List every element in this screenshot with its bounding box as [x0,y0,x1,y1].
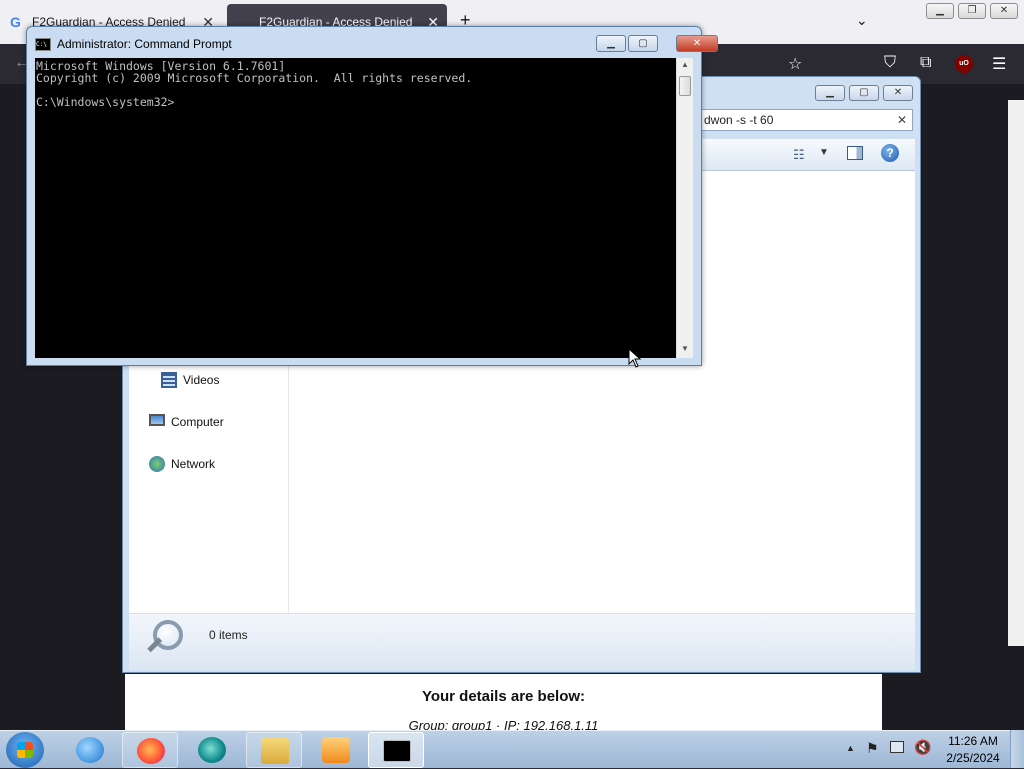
console-output[interactable]: Microsoft Windows [Version 6.1.7601] Cop… [35,58,676,358]
close-window-button[interactable]: ✕ [990,3,1018,19]
taskbar-command-prompt[interactable] [368,732,424,768]
console-scrollbar[interactable]: ▲ ▼ [676,58,693,358]
nav-item-computer[interactable]: Computer [149,414,224,429]
access-denied-panel: Your details are below: Group: group1 · … [125,674,882,733]
mouse-cursor-icon [628,348,642,368]
pocket-icon[interactable]: ⛉ [884,54,896,72]
nav-label: Videos [183,373,220,387]
window-title: Administrator: Command Prompt [57,37,232,51]
command-prompt-window: C:\ Administrator: Command Prompt ▁ ▢ ✕ … [26,26,718,366]
cmd-minimize-button[interactable]: ▁ [596,35,626,52]
firefox-icon [137,738,165,764]
windows-logo-icon [17,742,33,758]
console-line: Copyright (c) 2009 Microsoft Corporation… [36,71,473,85]
nav-label: Network [171,457,216,471]
clock-time[interactable]: 11:26 AM [948,734,998,748]
restore-button[interactable]: ❐ [958,3,986,19]
bookmark-star-icon[interactable]: ☆ [788,54,802,74]
volume-muted-icon[interactable]: 🔇 [914,739,931,756]
start-button[interactable] [6,732,44,768]
item-count: 0 items [209,628,248,642]
show-hidden-icons-icon[interactable]: ▲ [846,743,855,753]
computer-icon [149,414,165,426]
explorer-search-input[interactable]: dwon -s -t 60 ✕ [699,109,913,131]
taskbar-windows-explorer[interactable] [246,732,302,768]
videos-icon [161,372,177,388]
taskbar-browser-app[interactable] [184,732,240,768]
change-view-icon[interactable]: ☷ [793,147,805,163]
details-pane: 0 items [129,614,915,670]
minimize-button[interactable]: ▁ [926,3,954,19]
explorer-maximize-button[interactable]: ▢ [849,85,879,101]
command-prompt-icon [383,740,411,762]
media-player-icon [322,737,350,763]
help-icon[interactable]: ? [881,144,899,162]
list-all-tabs-icon[interactable]: ⌄ [856,12,868,29]
console-prompt: C:\Windows\system32> [36,95,175,109]
scroll-thumb[interactable] [679,76,691,96]
explorer-minimize-button[interactable]: ▁ [815,85,845,101]
taskbar-media-player[interactable] [308,732,364,768]
scroll-down-icon[interactable]: ▼ [681,344,689,353]
preview-pane-icon[interactable] [847,146,863,160]
cmd-close-button[interactable]: ✕ [676,35,718,52]
clear-search-icon[interactable]: ✕ [897,110,907,130]
clock-date[interactable]: 2/25/2024 [944,751,1002,765]
cmd-icon: C:\ [35,38,51,51]
internet-explorer-icon [76,737,104,763]
ublock-origin-icon[interactable]: uO [955,55,973,73]
taskbar-firefox[interactable] [122,732,178,768]
show-desktop-button[interactable] [1010,730,1024,768]
network-status-icon[interactable] [890,741,904,753]
google-icon: G [10,14,21,30]
taskbar-internet-explorer[interactable] [62,732,118,768]
explorer-close-button[interactable]: ✕ [883,85,913,101]
browser-app-icon [198,737,226,763]
view-dropdown-icon[interactable]: ▼ [819,147,829,158]
network-icon [149,456,165,472]
nav-label: Computer [171,415,224,429]
scroll-up-icon[interactable]: ▲ [681,60,689,69]
action-center-flag-icon[interactable]: ⚑ [866,740,879,757]
nav-item-network[interactable]: Network [149,456,216,472]
taskbar: ▲ ⚑ 🔇 [0,730,1024,768]
search-text: dwon -s -t 60 [704,113,774,127]
details-heading: Your details are below: [421,688,586,705]
extensions-icon[interactable]: ⧉ [920,54,931,72]
folder-icon [261,738,289,764]
page-scrollbar[interactable] [1008,100,1024,646]
menu-icon[interactable]: ☰ [992,54,1006,74]
cmd-maximize-button[interactable]: ▢ [628,35,658,52]
nav-item-videos[interactable]: Videos [161,372,220,388]
